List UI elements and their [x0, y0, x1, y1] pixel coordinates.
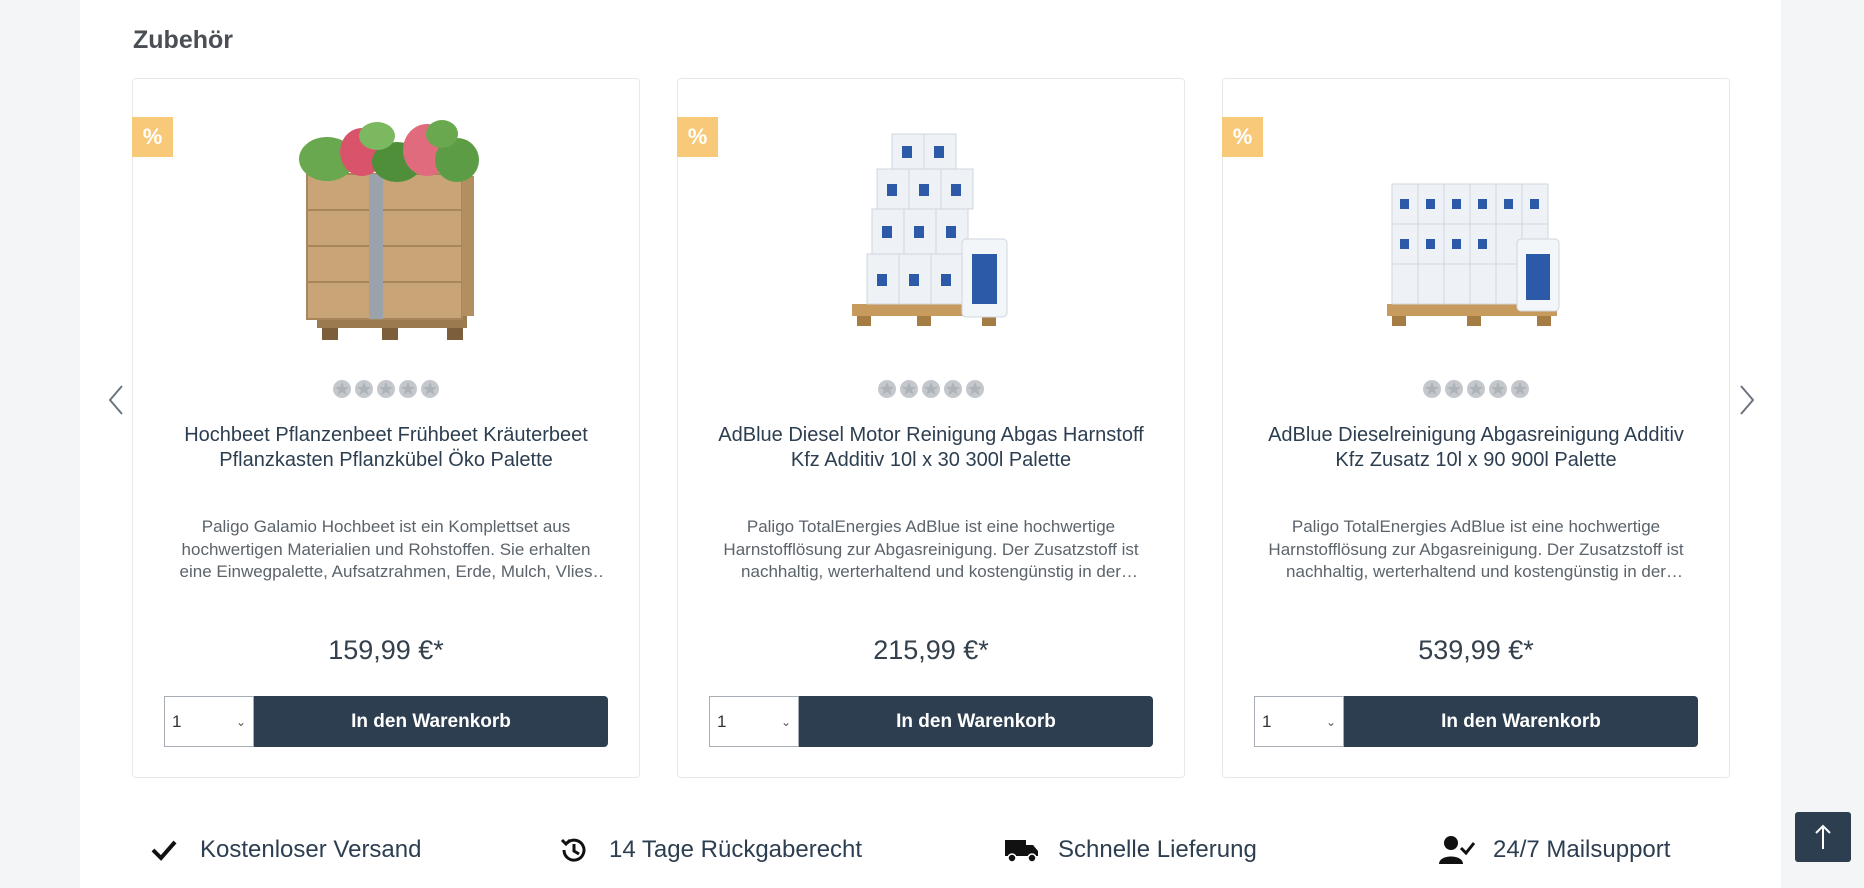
- product-name-link[interactable]: Hochbeet Pflanzenbeet Frühbeet Kräuterbe…: [163, 423, 609, 473]
- buy-form: 1 ⌄ In den Warenkorb: [1254, 696, 1698, 747]
- scroll-to-top-button[interactable]: [1795, 812, 1851, 862]
- page-content: Zubehör % Hochbeet Pflanzenbeet Frühbeet…: [80, 0, 1781, 888]
- rating-stars: [1223, 379, 1729, 399]
- quantity-select[interactable]: 1 ⌄: [164, 696, 254, 747]
- section-title: Zubehör: [133, 26, 233, 54]
- quantity-value: 1: [172, 711, 182, 731]
- star-icon: [1445, 380, 1463, 398]
- feature-item: 14 Tage Rückgaberecht: [553, 828, 862, 872]
- raised-garden-bed-image: [299, 120, 479, 340]
- history-icon: [553, 830, 593, 870]
- product-price: 159,99 €*: [328, 635, 444, 665]
- product-card: %: [132, 78, 640, 778]
- product-description-text: Paligo Galamio Hochbeet ist ein Komplett…: [179, 517, 593, 581]
- chevron-down-icon: ⌄: [235, 714, 246, 729]
- quantity-select[interactable]: 1 ⌄: [709, 696, 799, 747]
- rating-stars: [678, 379, 1184, 399]
- product-description: Paligo TotalEnergies AdBlue ist eine hoc…: [1257, 516, 1695, 584]
- star-icon: [944, 380, 962, 398]
- quantity-value: 1: [1262, 711, 1272, 731]
- star-icon: [966, 380, 984, 398]
- features-bar: Kostenloser Versand 14 Tage Rückgaberech…: [80, 828, 1781, 872]
- feature-label: 24/7 Mailsupport: [1493, 836, 1671, 863]
- star-icon: [377, 380, 395, 398]
- chevron-down-icon: ⌄: [780, 714, 791, 729]
- chevron-right-icon: [1740, 385, 1755, 415]
- star-icon: [355, 380, 373, 398]
- product-image[interactable]: [237, 109, 537, 349]
- buy-form: 1 ⌄ In den Warenkorb: [164, 696, 608, 747]
- quantity-select[interactable]: 1 ⌄: [1254, 696, 1344, 747]
- product-description: Paligo Galamio Hochbeet ist ein Komplett…: [167, 516, 605, 584]
- feature-label: Schnelle Lieferung: [1058, 836, 1257, 863]
- product-card: %: [1222, 78, 1730, 778]
- star-icon: [333, 380, 351, 398]
- star-icon: [922, 380, 940, 398]
- adblue-pallet-large-image: [1387, 183, 1560, 326]
- product-description: Paligo TotalEnergies AdBlue ist eine hoc…: [712, 516, 1150, 584]
- star-icon: [1489, 380, 1507, 398]
- star-icon: [1467, 380, 1485, 398]
- buy-form: 1 ⌄ In den Warenkorb: [709, 696, 1153, 747]
- truck-icon: [1002, 830, 1042, 870]
- star-icon: [399, 380, 417, 398]
- adblue-pallet-small-image: [852, 133, 1008, 326]
- feature-item: Kostenloser Versand: [144, 828, 421, 872]
- chevron-left-icon: [108, 385, 123, 415]
- product-card: %: [677, 78, 1185, 778]
- star-icon: [1511, 380, 1529, 398]
- slider-next-button[interactable]: [1732, 380, 1762, 420]
- feature-item: 24/7 Mailsupport: [1437, 828, 1670, 872]
- product-image[interactable]: [782, 109, 1082, 349]
- slider-prev-button[interactable]: [101, 380, 131, 420]
- discount-badge: %: [132, 117, 173, 157]
- discount-badge: %: [677, 117, 718, 157]
- discount-badge: %: [1222, 117, 1263, 157]
- user-check-icon: [1437, 830, 1477, 870]
- feature-label: 14 Tage Rückgaberecht: [609, 836, 863, 863]
- star-icon: [878, 380, 896, 398]
- product-description-text: Paligo TotalEnergies AdBlue ist eine hoc…: [723, 517, 1139, 581]
- checkmark-icon: [144, 830, 184, 870]
- product-price: 539,99 €*: [1418, 635, 1534, 665]
- feature-item: Schnelle Lieferung: [1002, 828, 1257, 872]
- feature-label: Kostenloser Versand: [200, 836, 422, 863]
- chevron-down-icon: ⌄: [1325, 714, 1336, 729]
- add-to-cart-button[interactable]: In den Warenkorb: [1344, 696, 1698, 747]
- product-description-text: Paligo TotalEnergies AdBlue ist eine hoc…: [1268, 517, 1684, 581]
- product-name-link[interactable]: AdBlue Diesel Motor Reinigung Abgas Harn…: [708, 423, 1154, 473]
- star-icon: [1423, 380, 1441, 398]
- product-name-link[interactable]: AdBlue Dieselreinigung Abgasreinigung Ad…: [1253, 423, 1699, 473]
- product-price: 215,99 €*: [873, 635, 989, 665]
- star-icon: [421, 380, 439, 398]
- arrow-up-icon: [1815, 824, 1831, 849]
- rating-stars: [133, 379, 639, 399]
- add-to-cart-button[interactable]: In den Warenkorb: [254, 696, 608, 747]
- star-icon: [900, 380, 918, 398]
- add-to-cart-button[interactable]: In den Warenkorb: [799, 696, 1153, 747]
- quantity-value: 1: [717, 711, 727, 731]
- product-image[interactable]: [1327, 109, 1627, 349]
